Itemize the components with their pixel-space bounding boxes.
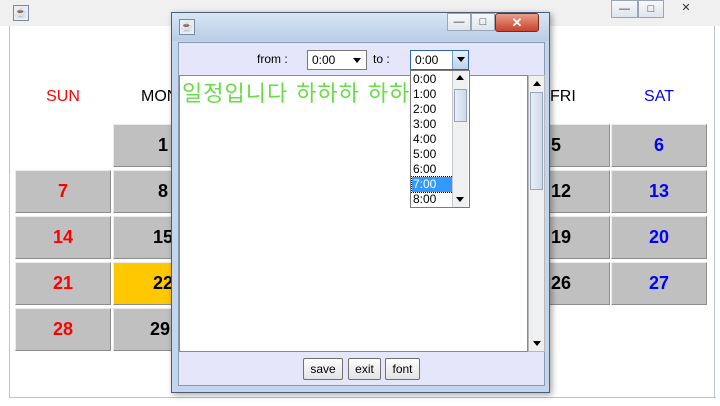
window-border [9, 397, 716, 398]
day-cell-13[interactable]: 13 [611, 170, 707, 213]
from-label: from : [257, 52, 288, 66]
scroll-down-button[interactable] [529, 336, 544, 351]
dropdown-option[interactable]: 4:00 [412, 132, 453, 147]
dialog-close-button[interactable]: ✕ [495, 13, 539, 32]
day-cell-20[interactable]: 20 [611, 216, 707, 259]
close-button[interactable]: ✕ [664, 0, 708, 18]
java-app-icon: ☕ [179, 19, 195, 35]
schedule-text: 일정입니다 하하하 하하 [182, 82, 411, 107]
schedule-text-area[interactable]: 일정입니다 하하하 하하 [179, 75, 528, 352]
window-border [714, 26, 715, 398]
window-border [9, 26, 10, 398]
dropdown-option[interactable]: 1:00 [412, 87, 453, 102]
day-cell-28[interactable]: 28 [15, 308, 111, 351]
from-time-select[interactable]: 0:00 [307, 50, 367, 70]
arrow-up-icon [533, 81, 541, 86]
java-app-icon: ☕ [13, 5, 29, 21]
exit-button[interactable]: exit [348, 358, 381, 380]
minimize-button[interactable]: — [611, 0, 638, 18]
to-label: to : [373, 52, 390, 66]
dropdown-option[interactable]: 5:00 [412, 147, 453, 162]
arrow-down-icon [533, 341, 541, 346]
from-time-value: 0:00 [312, 53, 336, 67]
day-cell-21[interactable]: 21 [15, 262, 111, 305]
day-cell-6[interactable]: 6 [611, 124, 707, 167]
dialog-maximize-button[interactable]: □ [471, 13, 495, 31]
day-cell-27[interactable]: 27 [611, 262, 707, 305]
day-header-sat: SAT [644, 88, 674, 105]
maximize-button[interactable]: □ [638, 0, 664, 18]
arrow-down-icon [456, 197, 464, 202]
dropdown-option[interactable]: 2:00 [412, 102, 453, 117]
dropdown-arrow-button[interactable] [452, 51, 468, 69]
scrollbar-thumb[interactable] [530, 92, 543, 190]
save-button[interactable]: save [303, 358, 343, 380]
to-time-value: 0:00 [415, 53, 439, 67]
day-header-sun: SUN [46, 88, 80, 105]
arrow-up-icon [456, 75, 464, 80]
font-button[interactable]: font [385, 358, 420, 380]
scroll-up-button[interactable] [529, 76, 544, 91]
chevron-down-icon [457, 57, 465, 62]
dropdown-scrollbar-thumb[interactable] [454, 89, 467, 122]
dropdown-option[interactable]: 0:00 [412, 72, 453, 87]
dropdown-option[interactable]: 6:00 [412, 162, 453, 177]
day-cell-7[interactable]: 7 [15, 170, 111, 213]
dropdown-option-selected[interactable]: 7:00 [411, 176, 454, 193]
dropdown-option[interactable]: 8:00 [412, 192, 453, 207]
dialog-minimize-button[interactable]: — [447, 13, 471, 31]
dropdown-scrollbar[interactable] [452, 71, 468, 207]
dropdown-option[interactable]: 3:00 [412, 117, 453, 132]
chevron-down-icon [353, 58, 361, 63]
day-cell-14[interactable]: 14 [15, 216, 111, 259]
text-area-scrollbar[interactable] [528, 75, 545, 352]
to-time-select[interactable]: 0:00 [410, 50, 469, 70]
